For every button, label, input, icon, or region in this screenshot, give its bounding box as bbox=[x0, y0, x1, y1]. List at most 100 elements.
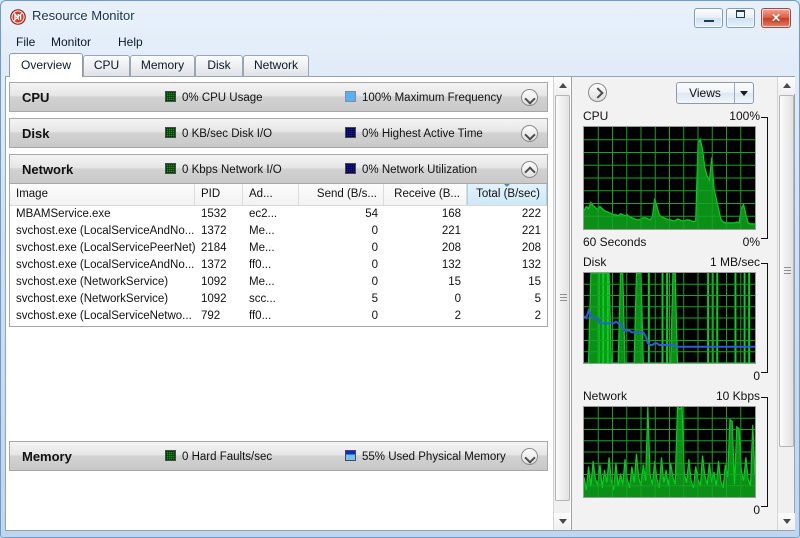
maximize-button[interactable] bbox=[726, 8, 755, 28]
disk-graph-max-label: 1 MB/sec bbox=[709, 255, 760, 269]
tab-cpu[interactable]: CPU bbox=[83, 55, 130, 76]
cell-image: svchost.exe (NetworkService) bbox=[16, 293, 169, 305]
section-header-disk[interactable]: Disk 0 KB/sec Disk I/O 0% Highest Active T… bbox=[9, 118, 548, 148]
left-pane-scrollbar[interactable] bbox=[553, 77, 570, 530]
disk-graph-plot bbox=[583, 272, 756, 364]
column-header-address[interactable]: Ad... bbox=[243, 184, 299, 205]
close-icon: ✕ bbox=[770, 11, 782, 25]
scroll-down-arrow-icon[interactable] bbox=[554, 513, 570, 530]
disk-graph-label: Disk bbox=[583, 255, 607, 269]
cell-address: ec2... bbox=[249, 208, 278, 220]
section-header-network[interactable]: Network 0 Kbps Network I/O 0% Network Util… bbox=[9, 154, 548, 184]
views-button[interactable]: Views bbox=[676, 82, 754, 104]
cell-receive: 208 bbox=[441, 242, 461, 254]
close-button[interactable]: ✕ bbox=[761, 8, 791, 28]
scroll-up-arrow-icon[interactable] bbox=[778, 77, 795, 94]
title-bar: Resource Monitor ✕ bbox=[1, 1, 799, 33]
tab-memory[interactable]: Memory bbox=[130, 55, 195, 76]
cell-image: svchost.exe (LocalServiceAndNo... bbox=[16, 225, 195, 237]
table-row[interactable]: svchost.exe (LocalServiceNetwo... 792 ff0.… bbox=[10, 308, 547, 325]
scroll-down-arrow-icon[interactable] bbox=[778, 513, 795, 530]
sort-ascending-icon bbox=[503, 184, 511, 187]
column-header-pid[interactable]: PID bbox=[195, 184, 243, 205]
disk-graph-min-label: 0 bbox=[753, 369, 760, 383]
maximize-icon bbox=[736, 10, 745, 18]
chevron-down-icon-cpu[interactable] bbox=[521, 89, 538, 106]
table-row[interactable]: svchost.exe (LocalServiceAndNo... 1372 Me.… bbox=[10, 223, 547, 240]
cpu-graph-plot bbox=[583, 126, 756, 230]
chevron-up-icon-network[interactable] bbox=[521, 161, 538, 178]
table-row[interactable]: MBAMService.exe 1532 ec2... 54 168 222 bbox=[10, 206, 547, 223]
chevron-down-icon-disk[interactable] bbox=[521, 125, 538, 142]
cpu-graph-axis-bracket bbox=[761, 117, 768, 239]
column-header-send[interactable]: Send (B/s... bbox=[299, 184, 384, 205]
column-header-total[interactable]: Total (B/sec) bbox=[467, 184, 547, 205]
column-header-receive[interactable]: Receive (B... bbox=[384, 184, 467, 205]
legend-swatch-icon bbox=[165, 163, 176, 174]
tab-disk[interactable]: Disk bbox=[195, 55, 243, 76]
legend-right-memory: 55% Used Physical Memory bbox=[345, 450, 506, 463]
section-header-cpu[interactable]: CPU 0% CPU Usage 100% Maximum Frequency bbox=[9, 82, 548, 112]
legend-left-network: 0 Kbps Network I/O bbox=[165, 163, 282, 176]
content-area: CPU 0% CPU Usage 100% Maximum Frequency Dis… bbox=[5, 76, 795, 531]
table-row[interactable]: svchost.exe (LocalServiceAndNo... 1372 ff0… bbox=[10, 257, 547, 274]
overview-left-pane: CPU 0% CPU Usage 100% Maximum Frequency Dis… bbox=[6, 77, 570, 530]
menu-item-help[interactable]: Help bbox=[112, 34, 149, 50]
section-header-memory[interactable]: Memory 0 Hard Faults/sec 55% Used Physical… bbox=[9, 441, 548, 471]
table-row[interactable]: svchost.exe (LocalServicePeerNet) 2184 Me.… bbox=[10, 240, 547, 257]
cell-pid: 1092 bbox=[201, 276, 227, 288]
table-body: MBAMService.exe 1532 ec2... 54 168 222 svchost… bbox=[10, 206, 547, 325]
legend-swatch-icon bbox=[165, 127, 176, 138]
cell-pid: 1372 bbox=[201, 259, 227, 271]
cell-send: 0 bbox=[371, 225, 378, 237]
minimize-button[interactable] bbox=[694, 8, 723, 28]
window-title: Resource Monitor bbox=[32, 8, 135, 23]
cell-address: Me... bbox=[249, 276, 275, 288]
chevron-down-icon-memory[interactable] bbox=[521, 448, 538, 465]
legend-right-network: 0% Network Utilization bbox=[345, 163, 477, 176]
cell-send: 5 bbox=[371, 293, 378, 305]
right-pane-toolbar: Views bbox=[572, 77, 776, 109]
cell-total: 208 bbox=[521, 242, 541, 254]
network-graph-max-label: 10 Kbps bbox=[715, 389, 760, 403]
legend-swatch-icon bbox=[165, 91, 176, 102]
menu-item-monitor[interactable]: Monitor bbox=[45, 34, 97, 50]
tab-strip: Overview CPU Memory Disk Network bbox=[5, 53, 795, 77]
tab-network[interactable]: Network bbox=[243, 55, 309, 76]
cell-send: 0 bbox=[371, 242, 378, 254]
table-row[interactable]: svchost.exe (NetworkService) 1092 scc... 5 0… bbox=[10, 291, 547, 308]
column-header-image[interactable]: Image bbox=[10, 184, 195, 205]
cell-image: MBAMService.exe bbox=[16, 208, 111, 220]
cell-image: svchost.exe (NetworkService) bbox=[16, 276, 169, 288]
cell-image: svchost.exe (LocalServicePeerNet) bbox=[16, 242, 195, 254]
cell-address: Me... bbox=[249, 225, 275, 237]
disk-graph-axis-bracket bbox=[761, 263, 768, 373]
views-button-label: Views bbox=[689, 86, 721, 100]
chevron-down-icon[interactable] bbox=[734, 83, 753, 103]
network-process-table: Image PID Ad... Send (B/s... Receive (B... To… bbox=[9, 184, 548, 327]
network-graph-label: Network bbox=[583, 389, 628, 403]
cell-address: ff0... bbox=[249, 310, 272, 322]
right-pane-scrollbar[interactable] bbox=[777, 77, 795, 530]
table-row[interactable]: svchost.exe (NetworkService) 1092 Me... 0 15… bbox=[10, 274, 547, 291]
scrollbar-thumb[interactable] bbox=[555, 95, 570, 501]
tab-overview[interactable]: Overview bbox=[9, 53, 83, 77]
network-graph: Network 10 Kbps 0 bbox=[581, 389, 770, 517]
cell-receive: 221 bbox=[441, 225, 461, 237]
cell-pid: 792 bbox=[201, 310, 221, 322]
scrollbar-thumb[interactable] bbox=[779, 95, 794, 447]
network-graph-min-label: 0 bbox=[753, 503, 760, 517]
cell-total: 222 bbox=[521, 208, 541, 220]
collapse-panel-button[interactable] bbox=[588, 83, 607, 102]
network-graph-plot bbox=[583, 406, 756, 498]
graph-stack: CPU 100% 60 Seconds 0% Disk 1 MB/sec 0 Network 1… bbox=[577, 109, 776, 530]
scroll-up-arrow-icon[interactable] bbox=[554, 77, 570, 94]
legend-swatch-icon bbox=[345, 163, 356, 174]
menu-item-file[interactable]: File bbox=[10, 34, 41, 50]
cell-address: scc... bbox=[249, 293, 276, 305]
scrollbar-grip-icon bbox=[560, 294, 567, 302]
section-title-memory: Memory bbox=[22, 449, 72, 464]
overview-right-pane: Views CPU 100% 60 Seconds 0% Disk 1 MB/sec 0 Ne… bbox=[571, 77, 795, 530]
legend-swatch-icon bbox=[165, 450, 176, 461]
cell-address: Me... bbox=[249, 242, 275, 254]
